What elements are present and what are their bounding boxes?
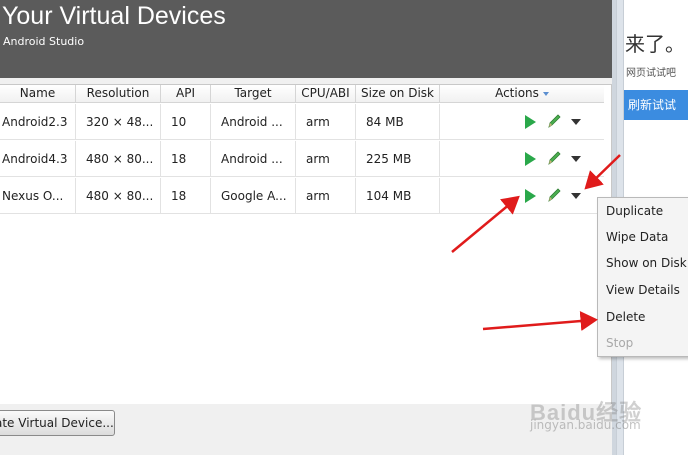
column-header-api[interactable]: API — [161, 85, 211, 102]
cell-resolution: 480 × 80... — [76, 178, 161, 213]
pencil-icon[interactable] — [546, 149, 562, 167]
pencil-icon[interactable] — [546, 112, 562, 130]
sort-descending-icon — [542, 91, 549, 96]
cell-size-on-disk: 84 MB — [356, 104, 440, 139]
play-icon[interactable] — [525, 115, 536, 129]
cell-resolution: 480 × 80... — [76, 141, 161, 176]
window-title: Your Virtual Devices — [2, 2, 226, 30]
play-icon[interactable] — [525, 189, 536, 203]
cell-actions — [440, 178, 604, 213]
column-header-resolution[interactable]: Resolution — [76, 85, 161, 102]
table-row[interactable]: Android2.3 320 × 48... 10 Android ... ar… — [0, 104, 604, 140]
play-icon[interactable] — [525, 152, 536, 166]
cell-target: Android ... — [211, 141, 296, 176]
table-header: Name Resolution API Target CPU/ABI Size … — [0, 85, 604, 103]
cell-target: Google A... — [211, 178, 296, 213]
dropdown-arrow-icon[interactable] — [571, 156, 581, 162]
cell-name: Android2.3 — [0, 104, 76, 139]
window-header: Your Virtual Devices Android Studio — [0, 0, 612, 78]
background-page-text: 网页试试吧 — [626, 68, 676, 79]
cell-actions — [440, 141, 604, 176]
column-header-name[interactable]: Name — [0, 85, 76, 102]
menu-item-show-on-disk[interactable]: Show on Disk — [598, 250, 688, 276]
menu-item-delete[interactable]: Delete — [598, 304, 688, 330]
pencil-icon[interactable] — [546, 186, 562, 204]
cell-cpu-abi: arm — [296, 104, 356, 139]
cell-resolution: 320 × 48... — [76, 104, 161, 139]
cell-size-on-disk: 225 MB — [356, 141, 440, 176]
table-row[interactable]: Android4.3 480 × 80... 18 Android ... ar… — [0, 141, 604, 177]
menu-item-stop: Stop — [606, 336, 634, 350]
cell-size-on-disk: 104 MB — [356, 178, 440, 213]
cell-cpu-abi: arm — [296, 178, 356, 213]
row-actions-context-menu: Duplicate Wipe Data Show on Disk View De… — [597, 197, 688, 357]
background-refresh-button[interactable]: 刷新试试 — [624, 90, 688, 120]
cell-name: Nexus O... — [0, 178, 76, 213]
window-subtitle: Android Studio — [3, 35, 85, 48]
cell-target: Android ... — [211, 104, 296, 139]
column-header-actions-label: Actions — [495, 86, 539, 100]
menu-item-wipe-data[interactable]: Wipe Data — [598, 224, 688, 250]
column-header-target[interactable]: Target — [211, 85, 296, 102]
cell-name: Android4.3 — [0, 141, 76, 176]
column-header-cpu-abi[interactable]: CPU/ABI — [296, 85, 356, 102]
baidu-watermark-url: jingyan.baidu.com — [530, 418, 641, 432]
create-virtual-device-button[interactable]: ate Virtual Device... — [0, 410, 115, 436]
cell-cpu-abi: arm — [296, 141, 356, 176]
cell-api: 18 — [161, 141, 211, 176]
cell-api: 10 — [161, 104, 211, 139]
menu-item-view-details[interactable]: View Details — [598, 277, 688, 303]
column-header-size-on-disk[interactable]: Size on Disk — [356, 85, 440, 102]
virtual-devices-table: Name Resolution API Target CPU/ABI Size … — [0, 84, 612, 404]
cell-api: 18 — [161, 178, 211, 213]
dropdown-arrow-icon[interactable] — [571, 119, 581, 125]
menu-item-duplicate[interactable]: Duplicate — [598, 198, 688, 224]
dropdown-arrow-icon[interactable] — [571, 193, 581, 199]
avd-manager-window: Your Virtual Devices Android Studio Name… — [0, 0, 616, 455]
background-page-heading: 来了。 — [625, 32, 685, 56]
cell-actions — [440, 104, 604, 139]
table-row[interactable]: Nexus O... 480 × 80... 18 Google A... ar… — [0, 178, 604, 214]
column-header-actions[interactable]: Actions — [440, 85, 604, 102]
